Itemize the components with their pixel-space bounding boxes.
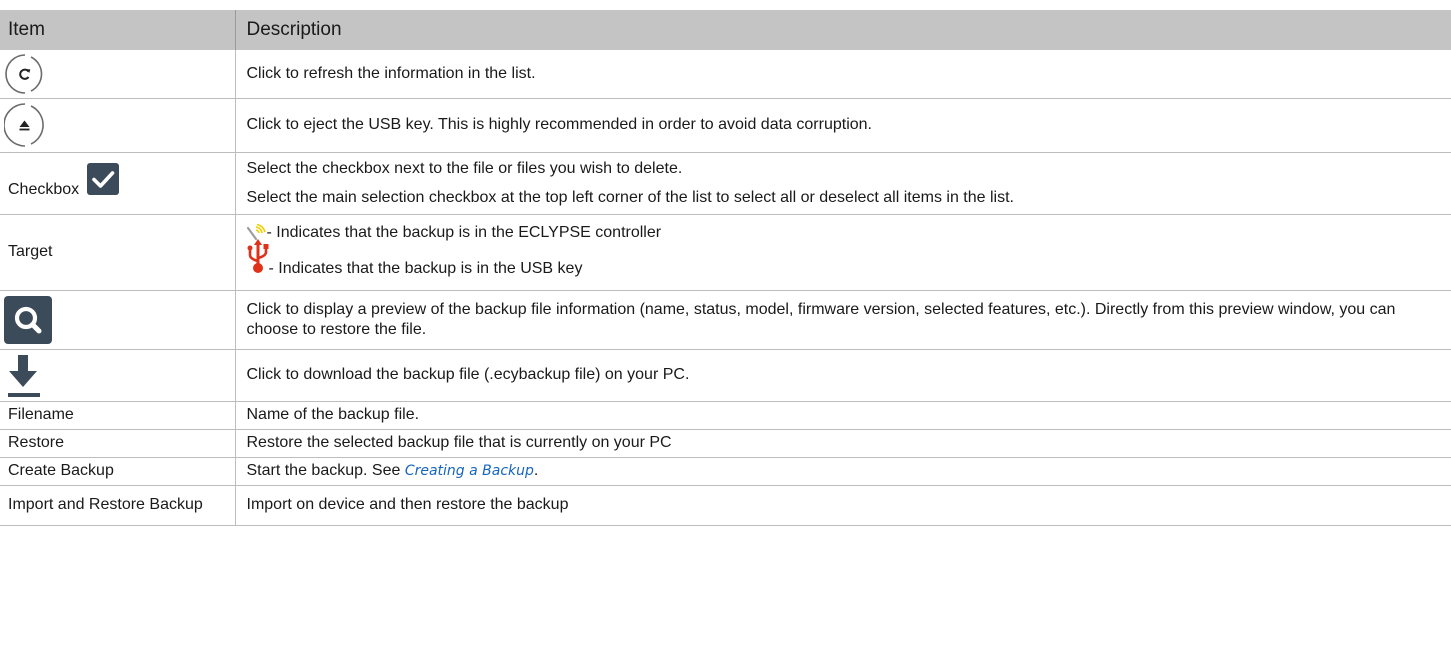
- reference-table: Item Description Click to refresh the in…: [0, 10, 1451, 526]
- description-line: - Indicates that the backup is in the EC…: [246, 223, 1447, 243]
- description-line: Select the main selection checkbox at th…: [246, 188, 1015, 206]
- table-row: Click to eject the USB key. This is high…: [0, 98, 1451, 153]
- item-cell: Checkbox: [0, 152, 236, 215]
- item-cell: [0, 290, 236, 350]
- table-row: Click to download the backup file (.ecyb…: [0, 349, 1451, 402]
- checkbox-checked-icon: [86, 163, 119, 195]
- item-cell: [0, 349, 236, 402]
- table-row: Target - Indicates that the backup is in…: [0, 214, 1451, 291]
- item-cell: Restore: [0, 429, 236, 458]
- table-row: Checkbox Select the checkbox next to the…: [0, 152, 1451, 215]
- description-cell: Click to refresh the information in the …: [235, 50, 1451, 99]
- description-cell: Start the backup. See Creating a Backup.: [235, 457, 1451, 486]
- item-cell: Import and Restore Backup: [0, 485, 236, 526]
- table-row: Import and Restore Backup Import on devi…: [0, 485, 1451, 526]
- magnifier-icon: [4, 295, 52, 344]
- description-line: - Indicates that the backup is in the US…: [247, 239, 1447, 281]
- table-row: Restore Restore the selected backup file…: [0, 429, 1451, 458]
- description-cell: Name of the backup file.: [235, 401, 1451, 430]
- table-row: Filename Name of the backup file.: [0, 401, 1451, 430]
- description-cell: Import on device and then restore the ba…: [235, 485, 1451, 526]
- table-row: Create Backup Start the backup. See Crea…: [0, 457, 1451, 486]
- column-header-item: Item: [0, 10, 236, 50]
- usb-icon: [247, 239, 268, 273]
- item-cell: Create Backup: [0, 457, 236, 486]
- description-cell: Click to download the backup file (.ecyb…: [235, 349, 1451, 402]
- item-cell: Target: [0, 214, 236, 291]
- eject-icon: [4, 103, 44, 147]
- refresh-icon: [5, 53, 43, 94]
- item-cell: [0, 98, 236, 153]
- download-icon: [8, 355, 40, 397]
- description-cell: Click to display a preview of the backup…: [235, 290, 1451, 350]
- item-cell: Filename: [0, 401, 236, 430]
- table-header: Item Description: [0, 10, 1451, 50]
- table-row: Click to refresh the information in the …: [0, 50, 1451, 99]
- item-label: Checkbox: [8, 181, 80, 198]
- column-header-description: Description: [235, 10, 1451, 50]
- description-cell: Click to eject the USB key. This is high…: [235, 98, 1451, 153]
- description-cell: Select the checkbox next to the file or …: [235, 152, 1451, 215]
- description-line: Select the checkbox next to the file or …: [246, 159, 683, 177]
- description-cell: - Indicates that the backup is in the EC…: [235, 214, 1451, 291]
- table-row: Click to display a preview of the backup…: [0, 290, 1451, 350]
- item-cell: [0, 50, 236, 99]
- description-cell: Restore the selected backup file that is…: [235, 429, 1451, 458]
- creating-a-backup-link[interactable]: Creating a Backup: [405, 463, 534, 479]
